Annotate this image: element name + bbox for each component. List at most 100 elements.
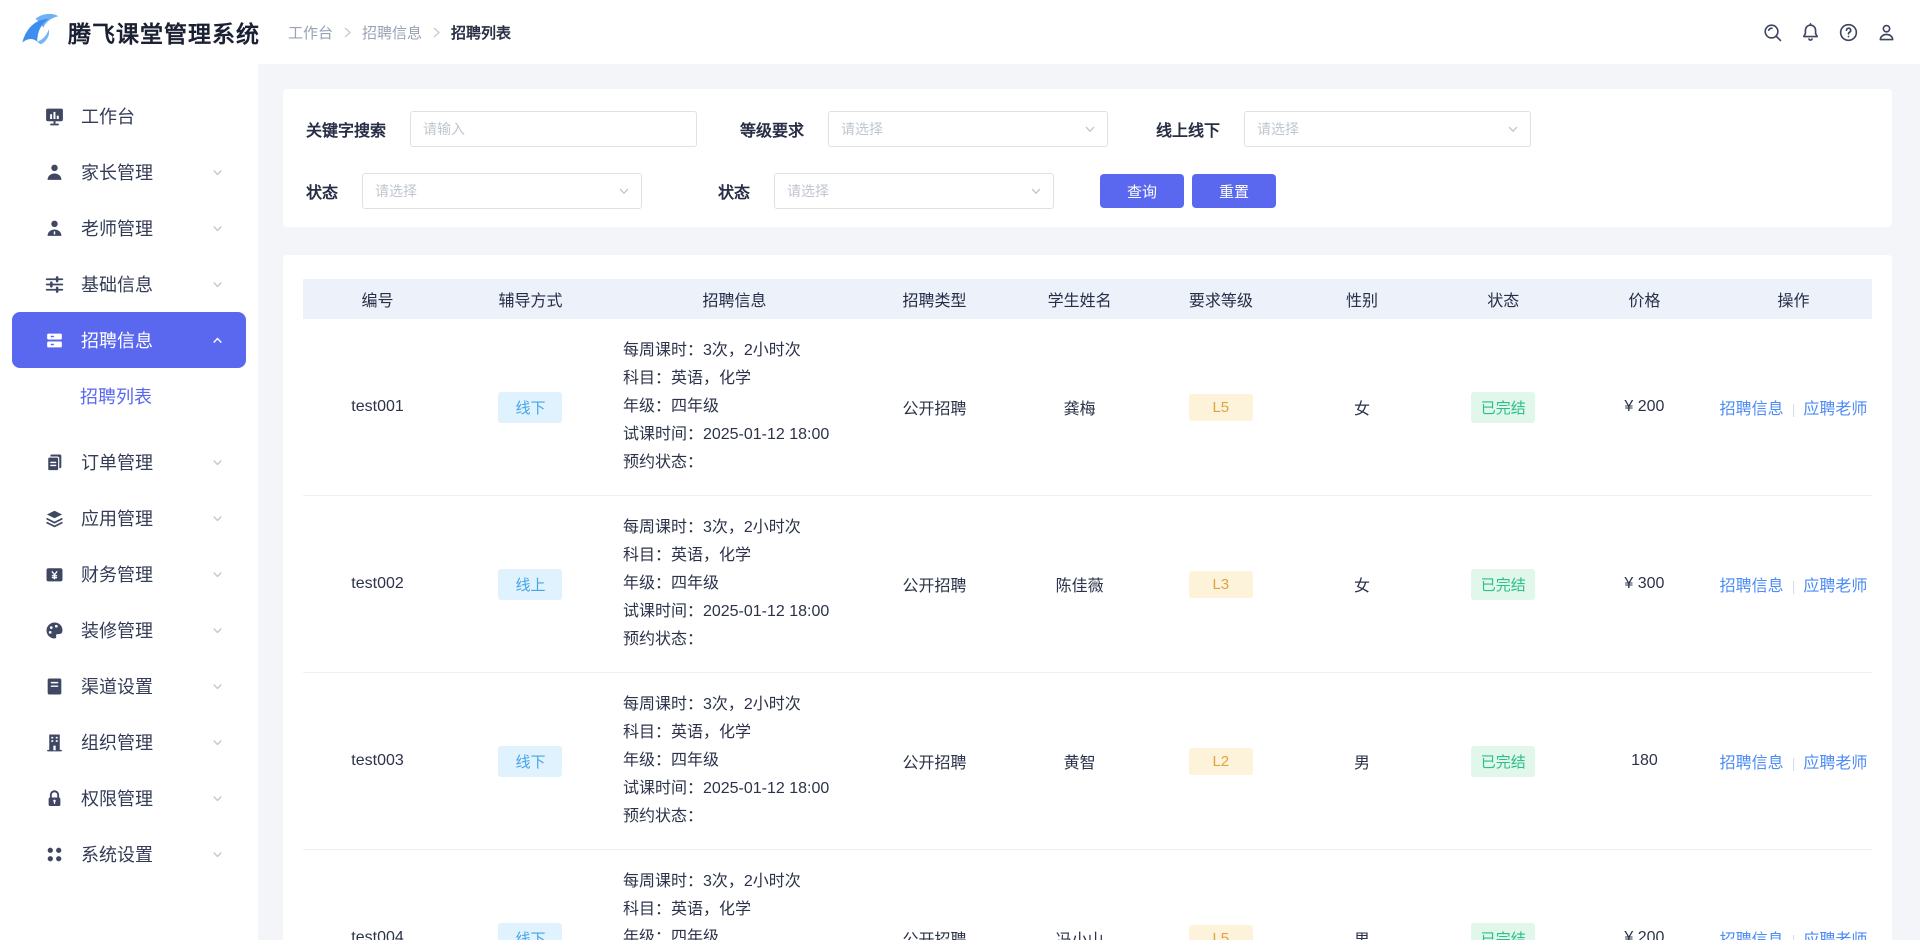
- method-badge: 线上: [498, 569, 562, 600]
- apply-teacher-link[interactable]: 应聘老师: [1803, 932, 1867, 940]
- sidebar-item-decoration[interactable]: 装修管理: [12, 602, 246, 658]
- layers-icon: [44, 508, 65, 529]
- table-row: test001 线下 每周课时：3次，2小时次 科目：英语，化学 年级：四年级 …: [303, 319, 1872, 496]
- keyword-input[interactable]: [410, 111, 697, 147]
- chevron-down-icon: [211, 680, 224, 693]
- sidebar-item-label: 渠道设置: [81, 673, 153, 699]
- level-label: 等级要求: [740, 117, 804, 141]
- status-1-label: 状态: [306, 179, 338, 203]
- sidebar-item-label: 系统设置: [81, 841, 153, 867]
- search-button[interactable]: 查询: [1100, 174, 1184, 208]
- col-actions: 操作: [1715, 279, 1872, 319]
- search-icon[interactable]: [1761, 21, 1784, 44]
- sidebar-item-parents[interactable]: 家长管理: [12, 144, 246, 200]
- col-student: 学生姓名: [1009, 279, 1150, 319]
- recruit-info-link[interactable]: 招聘信息: [1720, 755, 1784, 772]
- level-badge: L3: [1189, 571, 1253, 598]
- chevron-down-icon: [211, 166, 224, 179]
- level-select[interactable]: 请选择: [828, 111, 1108, 147]
- recruit-icon: [44, 330, 65, 351]
- chevron-down-icon: [211, 736, 224, 749]
- sidebar-item-label: 订单管理: [81, 449, 153, 475]
- lock-icon: [44, 788, 65, 809]
- sidebar-item-apps[interactable]: 应用管理: [12, 490, 246, 546]
- online-offline-select[interactable]: 请选择: [1244, 111, 1531, 147]
- cell-actions: 招聘信息|应聘老师: [1715, 319, 1872, 496]
- reset-button[interactable]: 重置: [1192, 174, 1276, 208]
- sidebar-item-channels[interactable]: 渠道设置: [12, 658, 246, 714]
- sidebar-item-orders[interactable]: 订单管理: [12, 434, 246, 490]
- recruit-table-panel: 编号 辅导方式 招聘信息 招聘类型 学生姓名 要求等级 性别 状态 价格 操作: [283, 255, 1892, 940]
- breadcrumb-workbench[interactable]: 工作台: [288, 22, 333, 43]
- chevron-down-icon: [211, 624, 224, 637]
- cell-type: 公开招聘: [860, 850, 1009, 940]
- org-icon: [44, 732, 65, 753]
- level-badge: L2: [1189, 748, 1253, 775]
- chevron-down-icon: [211, 278, 224, 291]
- cell-actions: 招聘信息|应聘老师: [1715, 850, 1872, 940]
- status-1-select[interactable]: 请选择: [362, 173, 642, 209]
- sidebar-item-system-settings[interactable]: 系统设置: [12, 826, 246, 882]
- cell-id: test001: [303, 319, 452, 496]
- cell-info: 每周课时：3次，2小时次 科目：英语，化学 年级：四年级 试课时间：2025-0…: [609, 319, 860, 496]
- sliders-icon: [44, 274, 65, 295]
- col-status: 状态: [1433, 279, 1574, 319]
- sidebar-item-label: 老师管理: [81, 215, 153, 241]
- sidebar-item-organization[interactable]: 组织管理: [12, 714, 246, 770]
- status-2-select-placeholder: 请选择: [787, 181, 829, 201]
- cell-info: 每周课时：3次，2小时次 科目：英语，化学 年级：四年级 试课时间：2025-0…: [609, 850, 860, 940]
- status-2-label: 状态: [718, 179, 750, 203]
- cell-type: 公开招聘: [860, 673, 1009, 850]
- method-badge: 线下: [498, 923, 562, 940]
- filter-status-2: 状态 请选择: [718, 173, 1054, 209]
- level-select-placeholder: 请选择: [841, 119, 883, 139]
- sidebar-subitem-recruit-list[interactable]: 招聘列表: [0, 368, 258, 424]
- chevron-down-icon: [1506, 122, 1520, 136]
- breadcrumb-recruit-info[interactable]: 招聘信息: [362, 22, 422, 43]
- user-icon[interactable]: [1875, 21, 1898, 44]
- app-logo: 腾飞课堂管理系统: [0, 11, 258, 53]
- sidebar-subitem-label: 招聘列表: [80, 383, 152, 409]
- filter-level: 等级要求 请选择: [740, 111, 1108, 147]
- filter-status-1: 状态 请选择: [306, 173, 642, 209]
- breadcrumb-separator-icon: [432, 26, 441, 39]
- level-badge: L5: [1189, 394, 1253, 421]
- apply-teacher-link[interactable]: 应聘老师: [1803, 578, 1867, 595]
- cell-gender: 男: [1291, 850, 1432, 940]
- top-header: 腾飞课堂管理系统 工作台 招聘信息 招聘列表: [0, 0, 1920, 64]
- sidebar-item-workbench[interactable]: 工作台: [12, 88, 246, 144]
- col-method: 辅导方式: [452, 279, 609, 319]
- sidebar-item-permissions[interactable]: 权限管理: [12, 770, 246, 826]
- method-badge: 线下: [498, 392, 562, 423]
- chevron-down-icon: [211, 568, 224, 581]
- method-badge: 线下: [498, 746, 562, 777]
- filter-keyword: 关键字搜索: [306, 111, 697, 147]
- cell-actions: 招聘信息|应聘老师: [1715, 673, 1872, 850]
- chevron-down-icon: [211, 792, 224, 805]
- recruit-info-link[interactable]: 招聘信息: [1720, 401, 1784, 418]
- chevron-down-icon: [1029, 184, 1043, 198]
- sidebar-item-finance[interactable]: 财务管理: [12, 546, 246, 602]
- sidebar-item-label: 组织管理: [81, 729, 153, 755]
- breadcrumb: 工作台 招聘信息 招聘列表: [258, 22, 511, 43]
- sidebar-item-recruit-info[interactable]: 招聘信息: [12, 312, 246, 368]
- cell-id: test004: [303, 850, 452, 940]
- recruit-info-link[interactable]: 招聘信息: [1720, 578, 1784, 595]
- topbar-actions: [1761, 21, 1920, 44]
- order-icon: [44, 452, 65, 473]
- col-type: 招聘类型: [860, 279, 1009, 319]
- recruit-info-link[interactable]: 招聘信息: [1720, 932, 1784, 940]
- sidebar-item-teachers[interactable]: 老师管理: [12, 200, 246, 256]
- sidebar-item-basic-info[interactable]: 基础信息: [12, 256, 246, 312]
- chevron-down-icon: [211, 222, 224, 235]
- main-content: 关键字搜索 等级要求 请选择 线上线下 请选择: [258, 64, 1920, 940]
- bell-icon[interactable]: [1799, 21, 1822, 44]
- status-2-select[interactable]: 请选择: [774, 173, 1054, 209]
- help-icon[interactable]: [1837, 21, 1860, 44]
- apply-teacher-link[interactable]: 应聘老师: [1803, 401, 1867, 418]
- apply-teacher-link[interactable]: 应聘老师: [1803, 755, 1867, 772]
- cell-price: ¥ 200: [1574, 319, 1715, 496]
- cell-student: 陈佳薇: [1009, 496, 1150, 673]
- cell-id: test002: [303, 496, 452, 673]
- sidebar-item-label: 财务管理: [81, 561, 153, 587]
